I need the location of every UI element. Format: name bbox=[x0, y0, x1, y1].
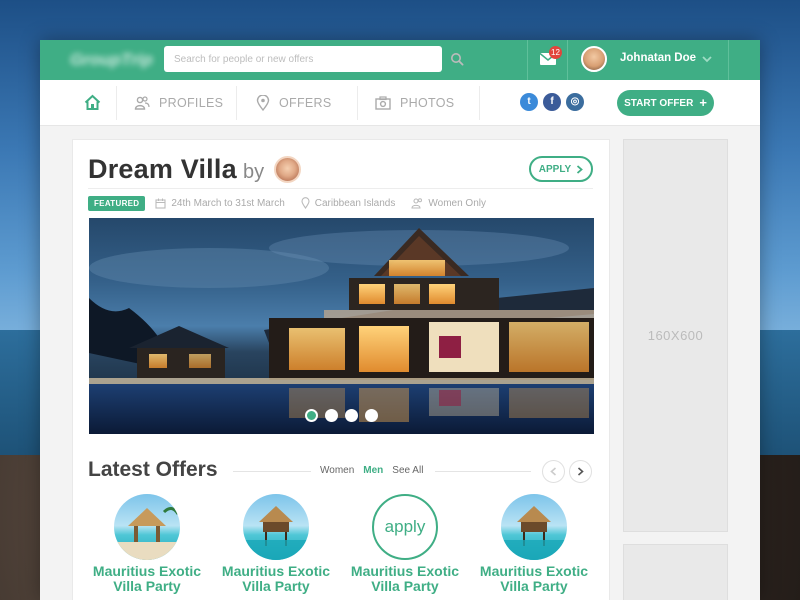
home-icon[interactable] bbox=[84, 94, 101, 111]
villa-photo bbox=[89, 228, 594, 434]
chevron-down-icon[interactable] bbox=[702, 54, 712, 64]
offer-filters: Women Men See All bbox=[320, 465, 423, 476]
divider bbox=[527, 40, 528, 80]
nav-label: PHOTOS bbox=[400, 96, 455, 110]
offer-name: Mauritius Exotic Villa Party bbox=[350, 563, 460, 594]
divider bbox=[435, 471, 531, 472]
carousel-dots bbox=[89, 409, 594, 422]
carousel-dot[interactable] bbox=[305, 409, 318, 422]
beach-hut-image bbox=[114, 507, 180, 560]
start-offer-button[interactable]: START OFFER + bbox=[617, 90, 714, 116]
nav-bar: PROFILES OFFERS PHOTOS t f ◎ START OFFER… bbox=[40, 80, 760, 126]
water-bungalow-image bbox=[501, 506, 567, 560]
offer-thumbnail bbox=[243, 494, 309, 560]
filter-women[interactable]: Women bbox=[320, 465, 354, 476]
offer-item[interactable]: apply Mauritius Exotic Villa Party bbox=[345, 494, 465, 594]
ad-banner[interactable]: 160X600 bbox=[623, 139, 728, 532]
date-text: 24th March to 31st March bbox=[171, 197, 285, 209]
audience: Women Only bbox=[411, 197, 486, 209]
start-offer-label: START OFFER bbox=[624, 97, 694, 109]
offer-name: Mauritius Exotic Villa Party bbox=[221, 563, 331, 594]
apply-button[interactable]: APPLY bbox=[529, 156, 593, 182]
offer-name: Mauritius Exotic Villa Party bbox=[479, 563, 589, 594]
offer-thumbnail bbox=[114, 494, 180, 560]
nav-label: PROFILES bbox=[159, 96, 224, 110]
prev-button[interactable] bbox=[542, 460, 565, 483]
chevron-right-icon bbox=[577, 467, 584, 476]
ad-banner-secondary[interactable] bbox=[623, 544, 728, 600]
divider bbox=[88, 188, 593, 189]
author-avatar[interactable] bbox=[274, 156, 301, 183]
featured-badge: FEATURED bbox=[88, 195, 146, 211]
page-title: Dream Villa bbox=[88, 154, 237, 184]
nav-item-profiles[interactable]: PROFILES bbox=[134, 80, 223, 126]
location: Caribbean Islands bbox=[301, 197, 396, 209]
people-icon bbox=[134, 96, 150, 110]
offer-item[interactable]: Mauritius Exotic Villa Party bbox=[87, 494, 207, 594]
hero-image[interactable] bbox=[89, 218, 594, 434]
by-label: by bbox=[243, 161, 265, 183]
user-avatar[interactable] bbox=[581, 46, 607, 72]
nav-item-photos[interactable]: PHOTOS bbox=[375, 80, 454, 126]
next-button[interactable] bbox=[569, 460, 592, 483]
app-window: GroupTrip 12 Johnatan Doe bbox=[40, 40, 760, 600]
nav-item-offers[interactable]: OFFERS bbox=[256, 80, 332, 126]
carousel-dot[interactable] bbox=[365, 409, 378, 422]
location-text: Caribbean Islands bbox=[314, 197, 396, 209]
instagram-icon[interactable]: ◎ bbox=[566, 93, 584, 111]
date-range: 24th March to 31st March bbox=[155, 197, 285, 209]
audience-text: Women Only bbox=[428, 197, 486, 209]
water-bungalow-image bbox=[243, 506, 309, 560]
divider bbox=[479, 86, 480, 120]
carousel-dot[interactable] bbox=[345, 409, 358, 422]
logo[interactable]: GroupTrip bbox=[70, 50, 153, 70]
offer-name: Mauritius Exotic Villa Party bbox=[92, 563, 202, 594]
divider bbox=[236, 86, 237, 120]
map-pin-icon bbox=[256, 95, 270, 111]
apply-label: APPLY bbox=[538, 163, 572, 175]
divider bbox=[357, 86, 358, 120]
filter-men[interactable]: Men bbox=[363, 465, 383, 476]
calendar-icon bbox=[155, 198, 166, 209]
carousel-dot[interactable] bbox=[325, 409, 338, 422]
offer-thumbnail bbox=[501, 494, 567, 560]
offer-apply-circle[interactable]: apply bbox=[372, 494, 438, 560]
divider bbox=[728, 40, 729, 80]
search-icon[interactable] bbox=[450, 52, 464, 66]
top-bar: GroupTrip 12 Johnatan Doe bbox=[40, 40, 760, 80]
offer-item[interactable]: Mauritius Exotic Villa Party bbox=[474, 494, 594, 594]
plus-icon: + bbox=[699, 95, 707, 110]
search-input[interactable] bbox=[164, 46, 442, 72]
user-name[interactable]: Johnatan Doe bbox=[620, 52, 696, 64]
nav-label: OFFERS bbox=[279, 96, 332, 110]
twitter-icon[interactable]: t bbox=[520, 93, 538, 111]
section-title: Latest Offers bbox=[88, 458, 218, 481]
map-pin-icon bbox=[301, 197, 310, 209]
divider bbox=[233, 471, 311, 472]
people-icon bbox=[411, 198, 423, 209]
facebook-icon[interactable]: f bbox=[543, 93, 561, 111]
divider bbox=[567, 40, 568, 80]
notification-badge: 12 bbox=[549, 46, 562, 59]
divider bbox=[116, 86, 117, 120]
offer-item[interactable]: Mauritius Exotic Villa Party bbox=[216, 494, 336, 594]
chevron-right-icon bbox=[577, 164, 584, 174]
offer-card: Dream Villa by APPLY FEATURED 24th March… bbox=[72, 139, 610, 600]
offer-meta: FEATURED 24th March to 31st March Caribb… bbox=[88, 195, 502, 211]
filter-see-all[interactable]: See All bbox=[392, 465, 423, 476]
camera-icon bbox=[375, 96, 391, 110]
chevron-left-icon bbox=[550, 467, 557, 476]
